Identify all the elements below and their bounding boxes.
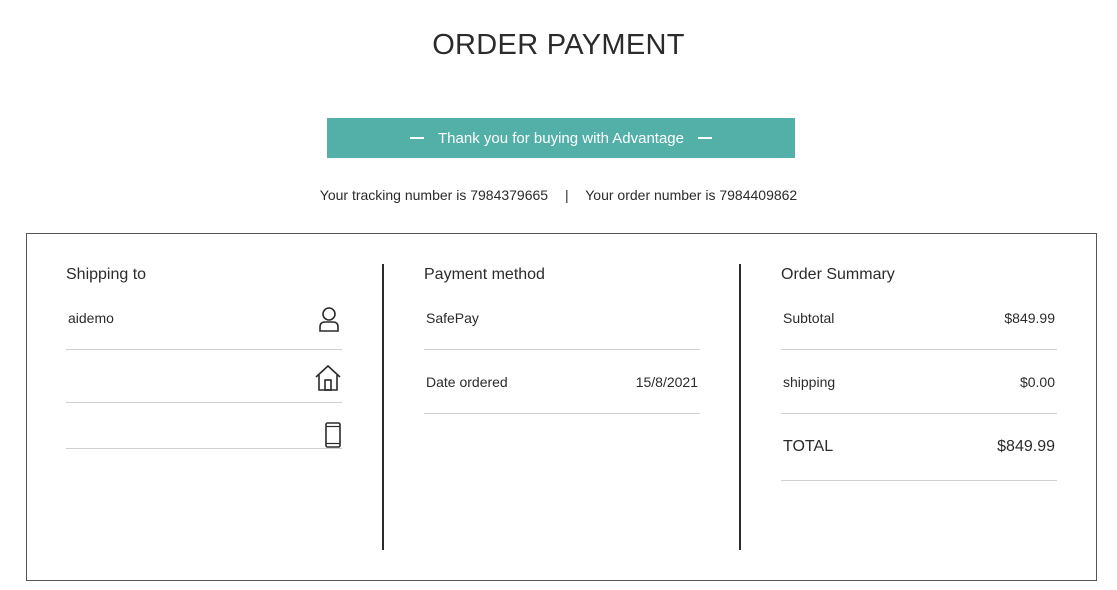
summary-heading: Order Summary [781, 266, 895, 283]
tracking-separator: | [564, 187, 569, 203]
payment-heading: Payment method [424, 266, 545, 283]
subtotal-row: Subtotal $849.99 [781, 297, 1057, 350]
shipping-name-row: aidemo [66, 297, 342, 350]
shipping-name: aidemo [68, 310, 114, 326]
date-ordered-row: Date ordered 15/8/2021 [424, 350, 700, 414]
shipping-heading: Shipping to [66, 266, 147, 283]
column-divider-2 [739, 264, 741, 550]
thank-you-banner: Thank you for buying with Advantage [327, 118, 795, 158]
payment-column: Payment method SafePay Date ordered 15/8… [424, 234, 700, 580]
date-ordered-label: Date ordered [426, 374, 508, 390]
total-value: $849.99 [997, 438, 1055, 455]
page-title: ORDER PAYMENT [432, 29, 685, 61]
payment-method-row: SafePay [424, 297, 700, 350]
tracking-line: Your tracking number is 7984379665 | You… [0, 187, 1117, 203]
summary-column: Order Summary Subtotal $849.99 shipping … [781, 234, 1057, 580]
shipping-cost-value: $0.00 [1019, 374, 1055, 390]
shipping-column: Shipping to aidemo [66, 234, 342, 580]
shipping-phone-row [66, 403, 342, 449]
phone-icon [324, 422, 342, 451]
banner-text: Thank you for buying with Advantage [438, 129, 684, 147]
order-number: Your order number is 7984409862 [585, 187, 798, 203]
subtotal-value: $849.99 [1004, 310, 1055, 326]
banner-right-dash [698, 137, 712, 139]
order-payment-page: ORDER PAYMENT Thank you for buying with … [0, 0, 1117, 590]
tracking-number: Your tracking number is 7984379665 [319, 187, 549, 203]
shipping-cost-row: shipping $0.00 [781, 350, 1057, 414]
total-row: TOTAL $849.99 [781, 414, 1057, 481]
order-details-box: Shipping to aidemo Payment method SafePa… [26, 233, 1097, 581]
user-icon [316, 305, 342, 336]
shipping-cost-label: shipping [783, 374, 836, 390]
shipping-address-row [66, 350, 342, 403]
column-divider-1 [382, 264, 384, 550]
subtotal-label: Subtotal [783, 310, 835, 326]
total-label: TOTAL [783, 438, 834, 455]
date-ordered-value: 15/8/2021 [635, 374, 698, 390]
home-icon [314, 364, 342, 395]
banner-left-dash [410, 137, 424, 139]
payment-method: SafePay [426, 310, 479, 326]
